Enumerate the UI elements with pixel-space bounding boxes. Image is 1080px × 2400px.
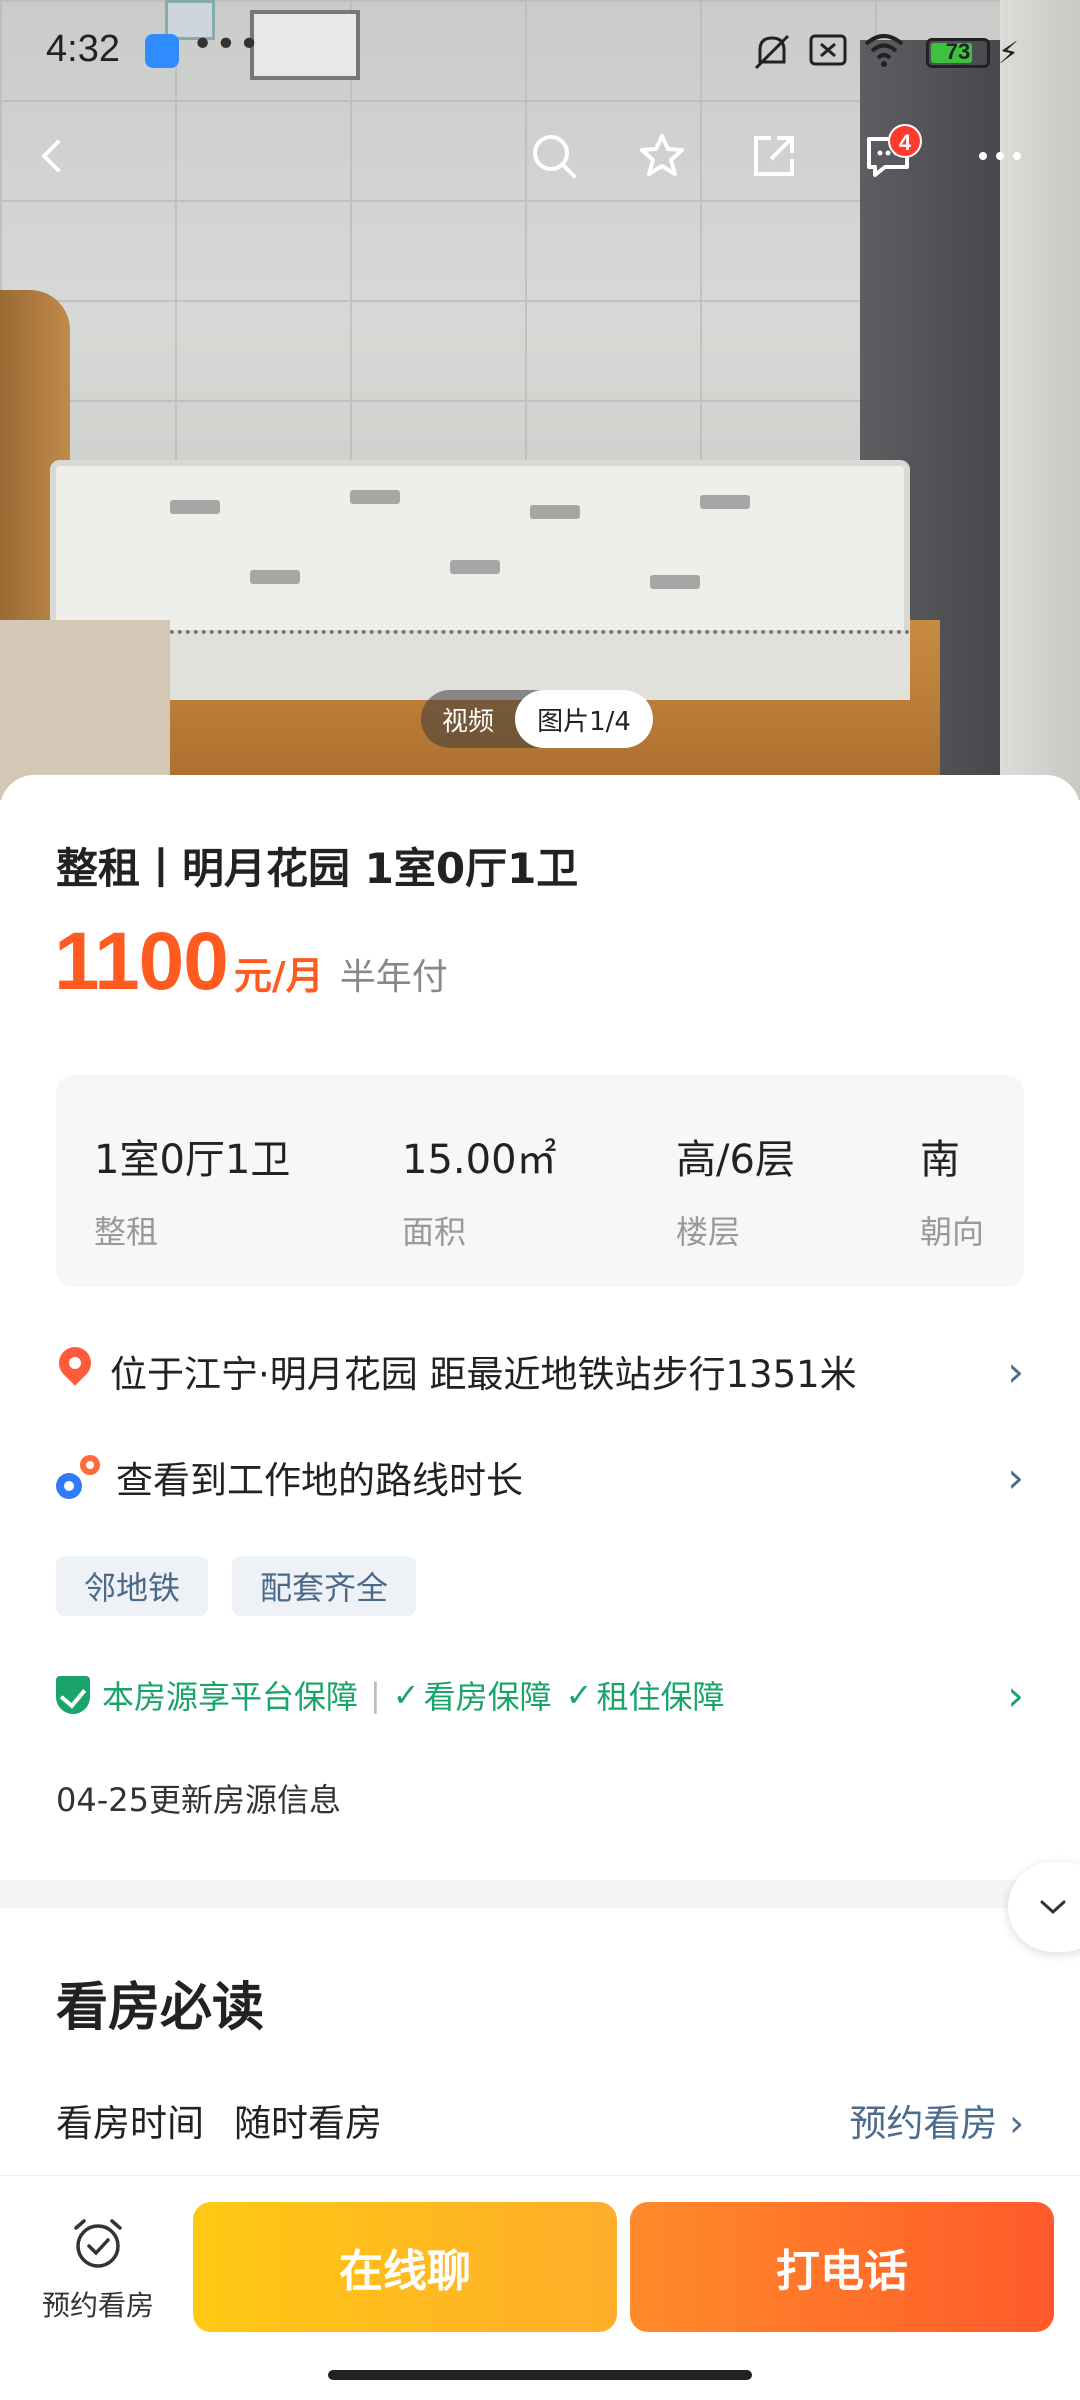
message-count-badge: 4 [888, 124, 922, 158]
guarantee-item: 租住保障 [596, 1678, 725, 1716]
book-viewing-link[interactable]: 预约看房 › [849, 2093, 1024, 2147]
route-icon [56, 1455, 100, 1499]
price-row: 1100 元/月 半年付 [54, 915, 448, 1009]
door-frame [1000, 0, 1080, 800]
update-info: 04-25更新房源信息 [56, 1781, 341, 1819]
commute-row[interactable]: 查看到工作地的路线时长 › [56, 1447, 1024, 1507]
section-title: 看房必读 [56, 1978, 265, 2038]
spec-value: 15.00㎡ [402, 1137, 557, 1183]
bottom-action-bar: 预约看房 在线聊 打电话 [0, 2175, 1080, 2400]
table-corner [0, 620, 170, 800]
status-time: 4:32 [46, 28, 120, 70]
remind-label: 预约看房 [41, 2289, 154, 2322]
spec-label: 面积 [402, 1213, 467, 1251]
status-more-icon: ••• [192, 24, 262, 65]
spec-label: 朝向 [920, 1213, 985, 1251]
call-button[interactable]: 打电话 [630, 2202, 1054, 2332]
remind-viewing-button[interactable]: 预约看房 [28, 2216, 168, 2324]
wifi-icon [862, 32, 906, 77]
spec-area: 15.00㎡ 面积 [402, 1127, 557, 1253]
share-button[interactable] [742, 124, 806, 188]
viewing-time-row: 看房时间 随时看房 预约看房 › [56, 2090, 1024, 2150]
location-pin-icon [56, 1347, 94, 1395]
favorite-button[interactable] [630, 124, 694, 188]
listing-detail-page: 4:32 ••• 73 ⚡ 4 视频 图片1/4 整租丨明月花园 1室0厅1卫 … [0, 0, 1080, 2400]
chevron-down-icon [1040, 1900, 1066, 1915]
search-button[interactable] [522, 124, 586, 188]
video-tab[interactable]: 视频 [421, 690, 515, 748]
section-divider [0, 1880, 1080, 1908]
spec-orientation: 南 朝向 [920, 1127, 984, 1253]
tag-near-metro: 邻地铁 [56, 1556, 209, 1616]
chevron-right-icon: › [1007, 1452, 1024, 1502]
no-sim-icon [808, 32, 848, 77]
back-button[interactable] [20, 124, 84, 188]
book-viewing-label: 预约看房 [849, 2102, 998, 2145]
spec-floor: 高/6层 楼层 [676, 1127, 795, 1253]
chevron-right-icon: › [1007, 1346, 1024, 1396]
battery-level: 73 [945, 39, 971, 64]
spec-label: 楼层 [676, 1213, 741, 1251]
shield-icon [56, 1676, 90, 1714]
battery-icon: 73 [926, 38, 990, 68]
online-chat-button[interactable]: 在线聊 [193, 2202, 617, 2332]
check-icon: ✓ [392, 1676, 420, 1714]
location-text: 位于江宁·明月花园 距最近地铁站步行1351米 [110, 1353, 857, 1396]
check-icon: ✓ [565, 1676, 593, 1714]
location-row[interactable]: 位于江宁·明月花园 距最近地铁站步行1351米 › [56, 1341, 1024, 1401]
spec-layout: 1室0厅1卫 整租 [94, 1127, 290, 1253]
media-switch: 视频 图片1/4 [421, 690, 653, 748]
spec-value: 1室0厅1卫 [94, 1137, 291, 1183]
spec-label: 整租 [94, 1213, 159, 1251]
viewing-time-label: 看房时间 [56, 2102, 204, 2145]
listing-photo[interactable] [0, 0, 1080, 800]
payment-term: 半年付 [339, 957, 448, 998]
spec-value: 南 [920, 1137, 960, 1183]
app-notification-icon [145, 34, 179, 68]
spec-value: 高/6层 [676, 1137, 795, 1183]
alarm-clock-icon [74, 2219, 122, 2268]
guarantee-main: 本房源享平台保障 [102, 1678, 359, 1716]
status-bar: 4:32 ••• 73 ⚡ [0, 0, 1080, 100]
tag-full-facilities: 配套齐全 [232, 1556, 417, 1616]
home-indicator[interactable] [328, 2370, 752, 2380]
price-value: 1100 [54, 916, 229, 1007]
guarantee-row[interactable]: 本房源享平台保障 | ✓ 看房保障 ✓ 租住保障 › [56, 1660, 1024, 1730]
separator: | [370, 1676, 381, 1714]
price-unit: 元/月 [233, 954, 324, 998]
more-button[interactable] [968, 124, 1032, 188]
charging-icon: ⚡ [998, 36, 1020, 71]
commute-text: 查看到工作地的路线时长 [116, 1459, 523, 1502]
viewing-time-value: 随时看房 [234, 2102, 382, 2145]
guarantee-item: 看房保障 [423, 1678, 552, 1716]
pictures-tab[interactable]: 图片1/4 [515, 690, 653, 748]
specs-box: 1室0厅1卫 整租 15.00㎡ 面积 高/6层 楼层 南 朝向 [56, 1075, 1024, 1287]
chevron-right-icon: › [1007, 1670, 1024, 1720]
listing-title: 整租丨明月花园 1室0厅1卫 [56, 844, 579, 893]
mute-icon [750, 32, 794, 81]
